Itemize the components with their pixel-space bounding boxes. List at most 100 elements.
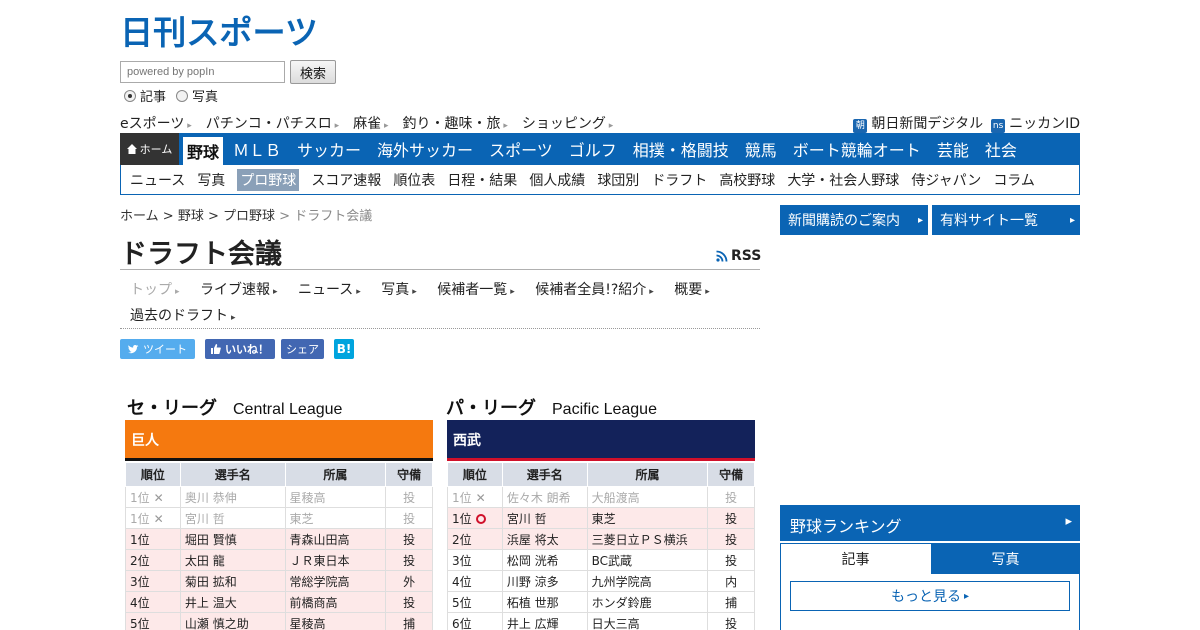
nav-boat-keirin[interactable]: ボート競輪オート [785,133,929,165]
sub-link-pachinko[interactable]: パチンコ・パチスロ [206,113,339,133]
affiliation-cell-text: 大船渡高 [591,490,640,505]
nav-golf[interactable]: ゴルフ [561,133,625,165]
affiliation-cell[interactable]: 前橋商高 [284,591,387,613]
radio-articles[interactable] [124,89,136,102]
search-input[interactable] [120,61,285,83]
affiliation-cell[interactable]: ホンダ鈴鹿 [586,591,709,613]
player-name-cell[interactable]: 山瀬 慎之助 [179,612,286,630]
nav-entertainment[interactable]: 芸能 [929,133,977,165]
nav-world-soccer[interactable]: 海外サッカー [369,133,481,165]
affiliation-cell[interactable]: 大船渡高 [586,486,709,508]
crumb-current: ドラフト会議 [294,209,373,224]
lnav-pro-baseball[interactable]: プロ野球 [237,168,300,191]
nav-sports[interactable]: スポーツ [481,133,561,165]
team-name-seibu[interactable]: 西武 [447,420,755,461]
hatena-bookmark-button[interactable]: B! [334,339,354,359]
share-button[interactable]: シェア [281,339,324,359]
affiliation-cell[interactable]: 青森山田高 [284,528,387,550]
player-name-cell-text: 川野 涼多 [506,574,559,589]
ranking-tab-articles[interactable]: 記事 [781,544,930,574]
affiliation-cell[interactable]: 星稜高 [284,612,387,630]
player-name-cell[interactable]: 堀田 賢慎 [179,528,286,550]
player-name-cell[interactable]: 松岡 洸希 [501,549,588,571]
position-cell-text: 内 [725,574,738,589]
ranking-title[interactable]: 野球ランキング [780,505,1080,541]
asahi-link[interactable]: 朝朝日新聞デジタル [853,113,983,133]
affiliation-cell[interactable]: 星稜高 [284,486,387,508]
nav-mlb[interactable]: ＭＬＢ [225,133,289,165]
lnav-draft[interactable]: ドラフト [651,170,707,190]
tab-photos[interactable]: 写真 [381,282,417,298]
affiliation-cell[interactable]: 三菱日立ＰＳ横浜 [586,528,709,550]
player-name-cell[interactable]: 太田 龍 [179,549,286,571]
tab-overview[interactable]: 概要 [674,282,710,298]
nav-soccer[interactable]: サッカー [289,133,369,165]
affiliation-cell[interactable]: 東芝 [586,507,709,529]
nav-horse-racing[interactable]: 競馬 [737,133,785,165]
affiliation-cell[interactable]: ＪＲ東日本 [284,549,387,571]
lnav-high-school[interactable]: 高校野球 [719,170,775,190]
nav-baseball[interactable]: 野球 [183,137,224,165]
lnav-teams[interactable]: 球団別 [597,170,639,190]
nikkan-id-link[interactable]: ns ニッカンID [991,113,1080,133]
sub-link-shopping[interactable]: ショッピング [522,113,613,133]
lnav-column[interactable]: コラム [993,170,1035,190]
like-button[interactable]: いいね！ [205,339,275,359]
tab-candidates[interactable]: 候補者一覧 [437,282,515,298]
player-name-cell[interactable]: 宮川 哲 [179,507,286,529]
lnav-schedule[interactable]: 日程・結果 [447,170,517,190]
tab-news[interactable]: ニュース [298,282,361,298]
ranking-tab-photos[interactable]: 写真 [931,544,1080,574]
site-logo[interactable]: 日刊スポーツ [120,12,320,52]
tab-live[interactable]: ライブ速報 [200,282,278,298]
nav-home[interactable]: ホーム [120,133,179,165]
player-name-cell[interactable]: 菊田 拡和 [179,570,286,592]
lnav-standings[interactable]: 順位表 [393,170,435,190]
affiliation-cell[interactable]: 常総学院高 [284,570,387,592]
nav-sumo[interactable]: 相撲・格闘技 [625,133,737,165]
tab-past-drafts[interactable]: 過去のドラフト [130,308,236,324]
crumb-baseball[interactable]: 野球 [178,209,204,224]
affiliation-cell[interactable]: 九州学院高 [586,570,709,592]
crumb-home[interactable]: ホーム [120,209,159,224]
subscribe-button[interactable]: 新聞購読のご案内 [780,205,928,235]
lnav-news[interactable]: ニュース [130,170,185,190]
player-name-cell[interactable]: 柘植 世那 [501,591,588,613]
tab-all-candidates[interactable]: 候補者全員!?紹介 [535,282,654,298]
tab-top[interactable]: トップ [130,282,180,298]
crumb-pro[interactable]: プロ野球 [223,209,275,224]
paid-sites-button[interactable]: 有料サイト一覧 [932,205,1080,235]
radio-photos[interactable] [176,89,189,102]
tweet-button[interactable]: ツイート [120,339,195,359]
more-button[interactable]: もっと見る ▸ [790,581,1070,611]
draft-tabs: トップ ライブ速報 ニュース 写真 候補者一覧 候補者全員!?紹介 概要 過去の… [130,278,760,330]
sub-link-fishing[interactable]: 釣り・趣味・旅 [403,113,508,133]
position-cell-text: 外 [403,574,416,589]
lnav-scores[interactable]: スコア速報 [311,170,381,190]
affiliation-cell[interactable]: 東芝 [284,507,387,529]
rank-cell: 1位 ✕ [125,507,181,529]
lnav-stats[interactable]: 個人成績 [529,170,585,190]
affiliation-cell-text: 東芝 [591,511,616,526]
player-name-cell[interactable]: 佐々木 朗希 [501,486,588,508]
affiliation-cell[interactable]: 日大三高 [586,612,709,630]
player-name-cell[interactable]: 川野 涼多 [501,570,588,592]
player-name-cell[interactable]: 奥川 恭伸 [179,486,286,508]
affiliation-cell[interactable]: BC武蔵 [586,549,709,571]
team-name-giants[interactable]: 巨人 [125,420,433,461]
lnav-samurai-japan[interactable]: 侍ジャパン [911,170,981,190]
player-name-cell[interactable]: 井上 温大 [179,591,286,613]
player-name-cell[interactable]: 宮川 哲 [501,507,588,529]
lnav-college[interactable]: 大学・社会人野球 [787,170,899,190]
player-name-cell[interactable]: 浜屋 将太 [501,528,588,550]
sub-link-esports[interactable]: eスポーツ [120,113,192,133]
global-nav: ホーム 野球 ＭＬＢ サッカー 海外サッカー スポーツ ゴルフ 相撲・格闘技 競… [120,133,1080,165]
search-button[interactable]: 検索 [290,60,337,84]
chevron-right-icon: ▸ [963,590,970,602]
sub-link-mahjong[interactable]: 麻雀 [353,113,388,133]
lnav-photos[interactable]: 写真 [197,170,225,190]
nav-society[interactable]: 社会 [977,133,1025,165]
rank-cell-text: 4位 [452,574,472,589]
rss-link[interactable]: RSS [716,248,761,264]
player-name-cell[interactable]: 井上 広輝 [501,612,588,630]
